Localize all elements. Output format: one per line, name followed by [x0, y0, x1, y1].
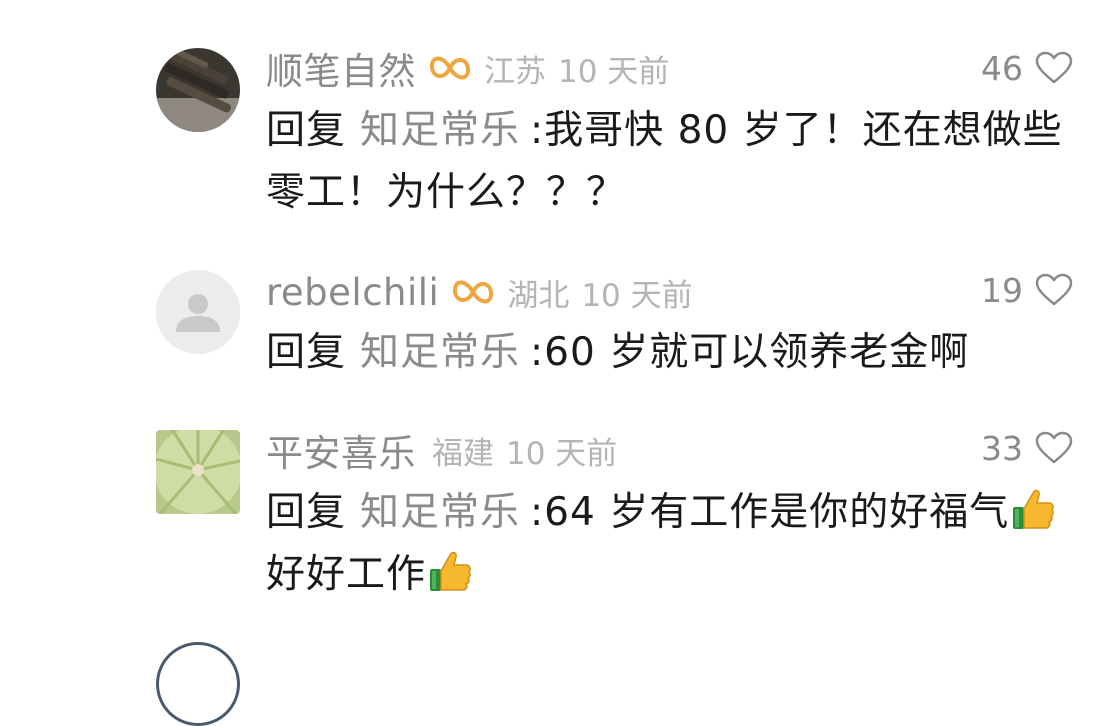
avatar[interactable]	[156, 48, 240, 132]
like-button[interactable]: 33	[981, 426, 1073, 470]
reply-word: 回复	[266, 330, 347, 375]
thumbs-up-icon	[1009, 485, 1057, 533]
region-label: 江苏	[484, 53, 546, 90]
avatar[interactable]	[156, 642, 240, 726]
avatar[interactable]	[156, 430, 240, 514]
username[interactable]: 顺笔自然	[266, 41, 416, 95]
comment-text: 回复 知足常乐:60 岁就可以领养老金啊	[266, 322, 1066, 384]
heart-outline-icon[interactable]	[1035, 431, 1073, 465]
reply-target[interactable]: 知足常乐	[360, 330, 520, 375]
like-button[interactable]: 46	[981, 46, 1073, 90]
region-label: 湖北	[507, 277, 570, 314]
thumbs-up-icon	[426, 547, 474, 595]
infinity-badge-icon	[451, 275, 495, 309]
like-count: 33	[981, 428, 1023, 468]
comment-text: 回复 知足常乐:我哥快 80 岁了！还在想做些零工！为什么？？？	[266, 100, 1066, 224]
timestamp: 10 天前	[558, 53, 670, 90]
comment-meta: 平安喜乐 福建 10 天前	[266, 428, 618, 475]
heart-outline-icon[interactable]	[1035, 273, 1073, 307]
heart-outline-icon[interactable]	[1035, 51, 1073, 85]
avatar[interactable]	[156, 270, 240, 354]
reply-target[interactable]: 知足常乐	[360, 490, 520, 535]
reply-word: 回复	[266, 490, 347, 535]
reply-word: 回复	[266, 108, 347, 153]
like-count: 46	[981, 48, 1023, 88]
username[interactable]: 平安喜乐	[266, 423, 416, 477]
like-count: 19	[981, 270, 1023, 310]
comment-meta: 顺笔自然 江苏 10 天前	[266, 46, 670, 93]
timestamp: 10 天前	[581, 277, 693, 314]
melon-photo-avatar	[156, 430, 240, 514]
comment-meta: rebelchili 湖北 10 天前	[266, 270, 693, 314]
username[interactable]: rebelchili	[266, 271, 439, 314]
comment-text: 回复 知足常乐:64 岁有工作是你的好福气 好好工作	[266, 482, 1066, 606]
comment-content: :60 岁就可以领养老金啊	[530, 330, 970, 375]
comment-content-end: 好好工作	[266, 552, 427, 597]
like-button[interactable]: 19	[981, 268, 1073, 312]
reply-target[interactable]: 知足常乐	[360, 108, 520, 153]
dark-photo-avatar	[156, 48, 240, 132]
default-user-avatar	[156, 270, 240, 354]
comment-content: :64 岁有工作是你的好福气	[530, 490, 1010, 535]
region-label: 福建	[432, 435, 494, 472]
timestamp: 10 天前	[506, 435, 618, 472]
infinity-badge-icon	[428, 51, 472, 85]
